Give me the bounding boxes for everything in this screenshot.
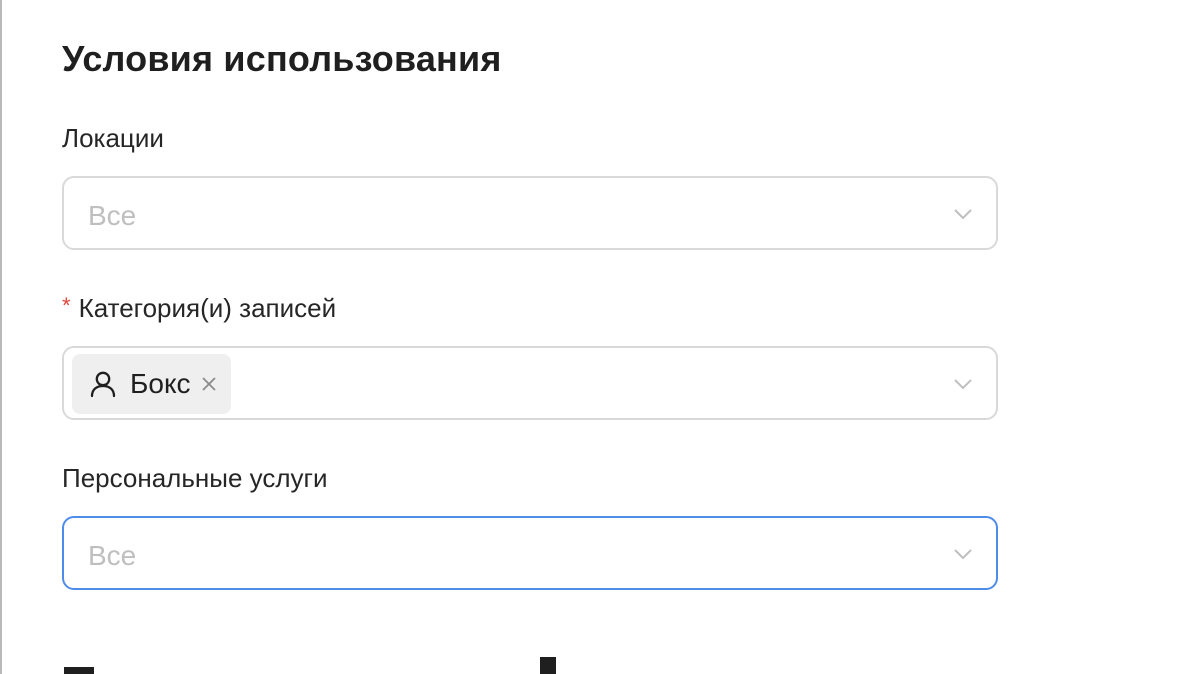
personal-services-label: Персональные услуги <box>62 463 328 493</box>
categories-label-row: * Категория(и) записей <box>62 293 336 324</box>
personal-services-select[interactable]: Все <box>62 516 998 590</box>
user-icon <box>90 371 116 398</box>
locations-placeholder: Все <box>88 200 137 231</box>
chevron-down-icon[interactable] <box>952 373 974 395</box>
panel-left-edge <box>0 0 2 674</box>
locations-label: Локации <box>62 123 164 153</box>
categories-label: Категория(и) записей <box>78 293 337 323</box>
locations-select[interactable]: Все <box>62 176 998 250</box>
required-mark: * <box>62 293 71 318</box>
categories-select[interactable]: Бокс <box>62 346 998 420</box>
chevron-down-icon[interactable] <box>952 203 974 225</box>
selected-tag: Бокс <box>72 354 231 414</box>
tag-label: Бокс <box>130 368 191 399</box>
close-icon[interactable] <box>201 376 217 392</box>
chevron-down-icon[interactable] <box>952 543 974 565</box>
section-title: Условия использования <box>62 38 502 79</box>
next-section-title-fragment <box>64 657 556 674</box>
personal-services-placeholder: Все <box>88 540 137 571</box>
